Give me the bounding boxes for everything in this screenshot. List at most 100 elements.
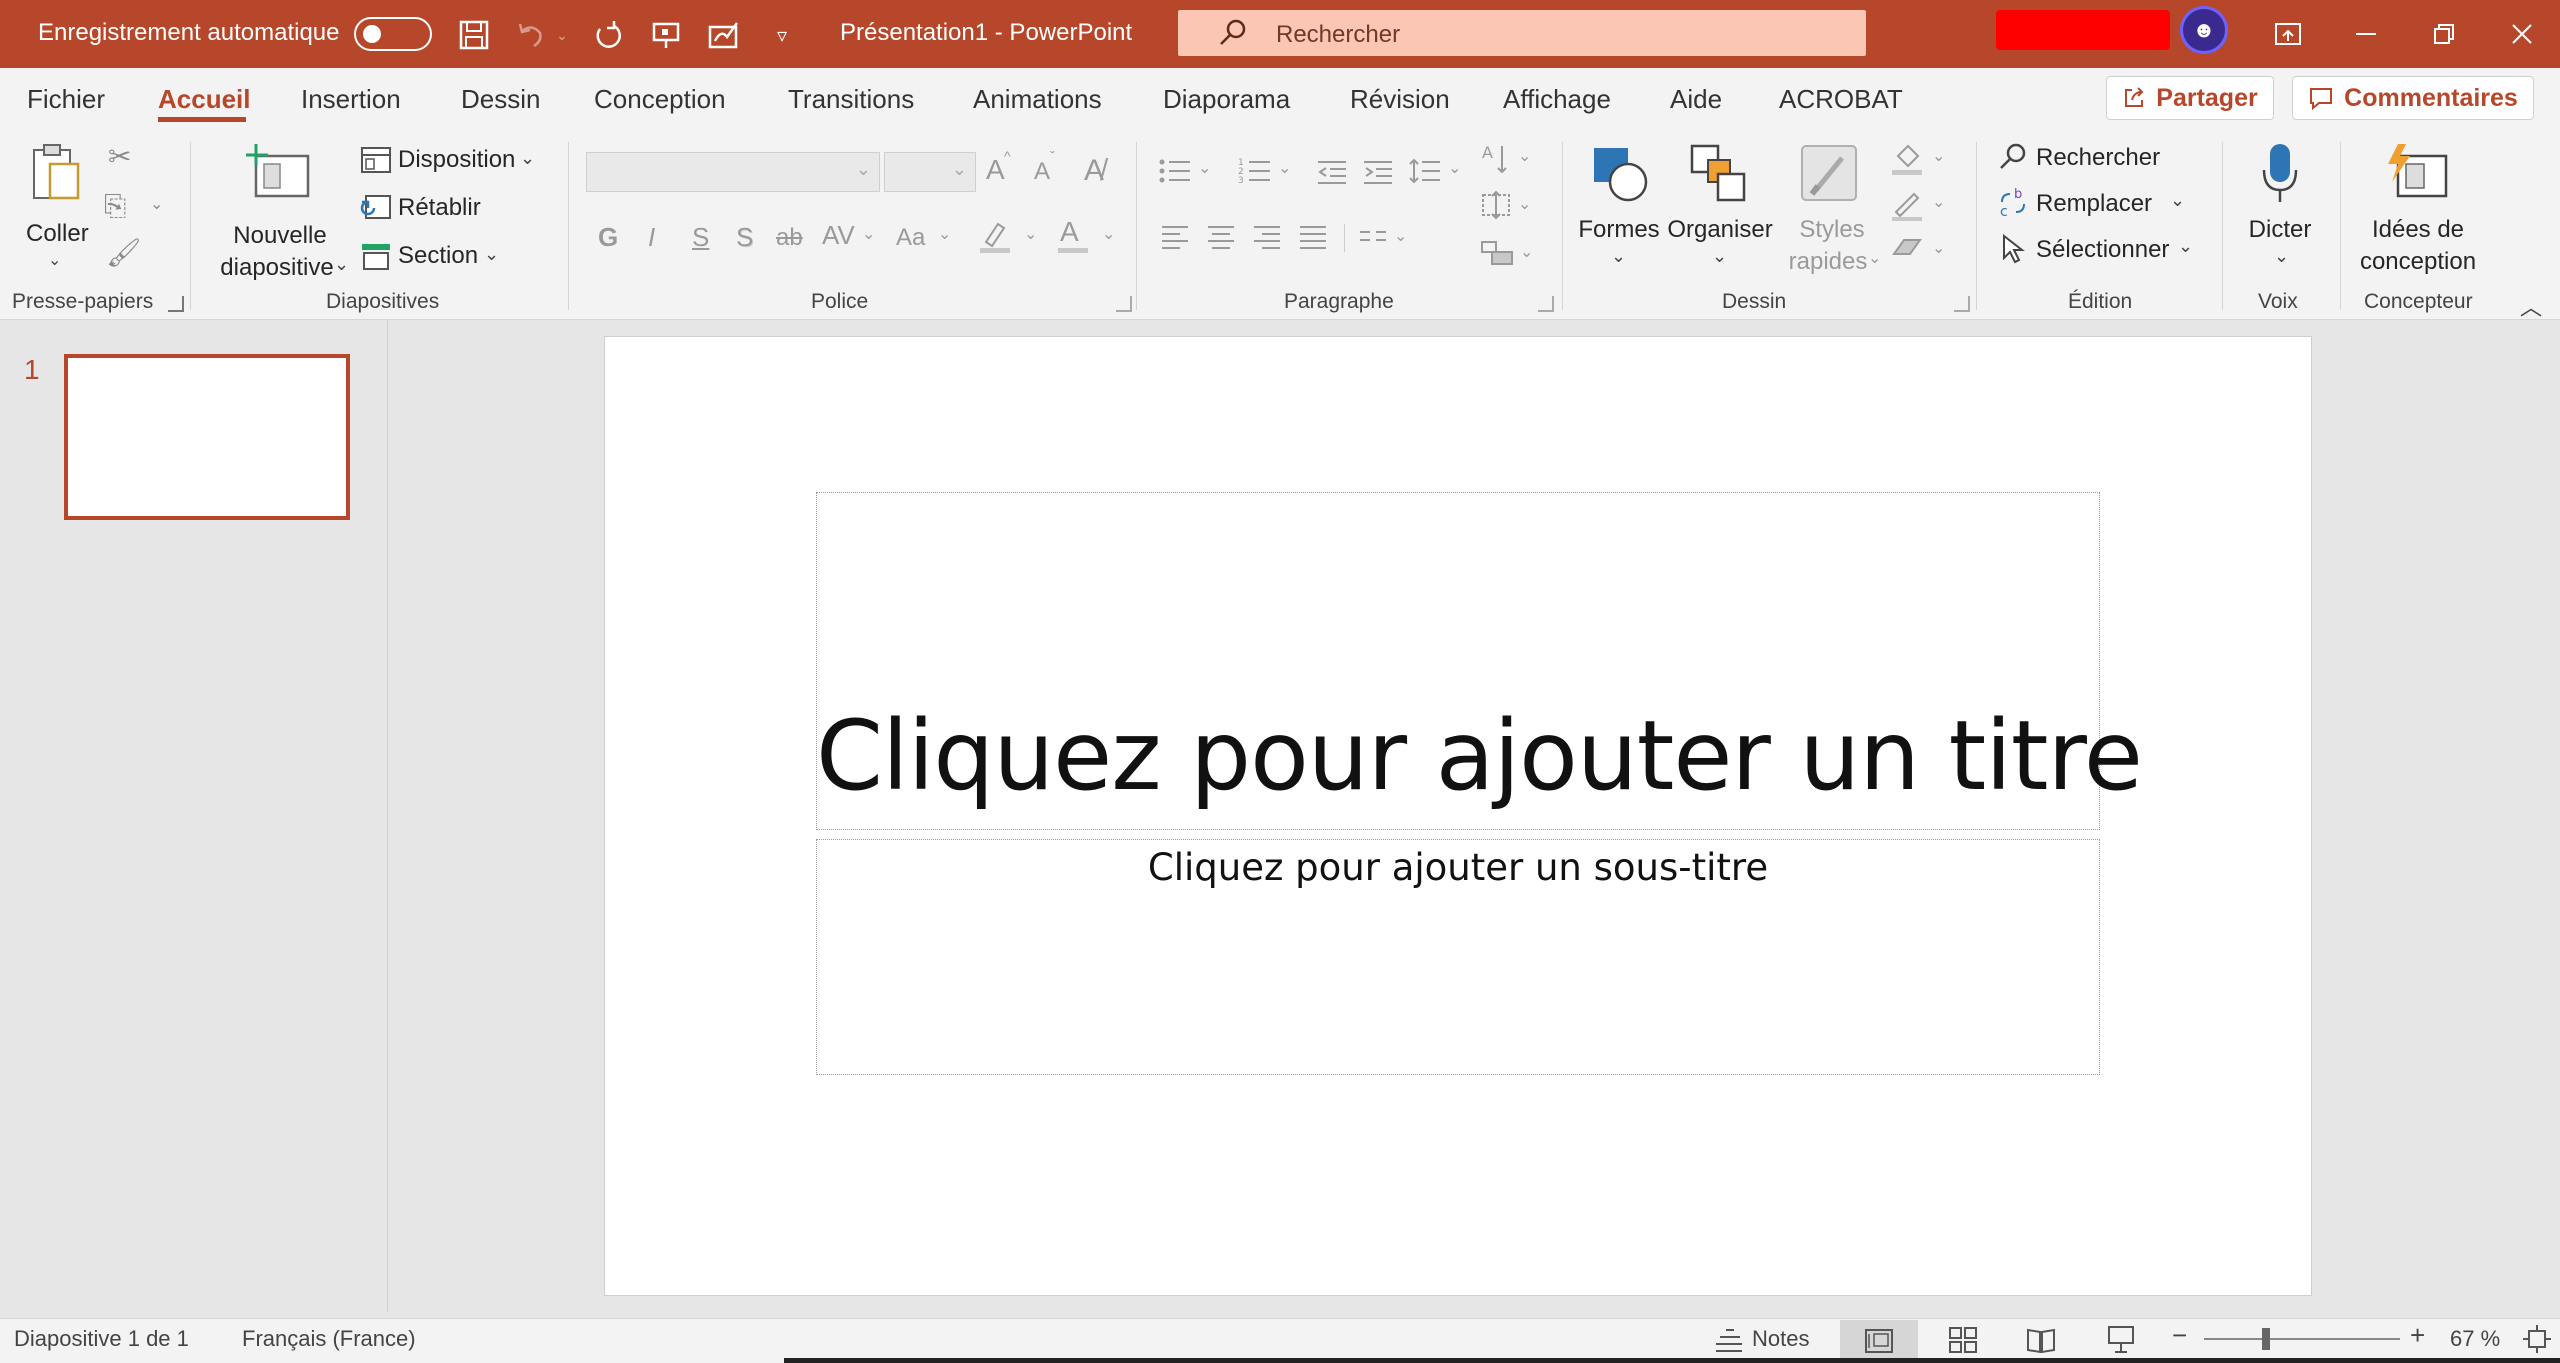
tab-view[interactable]: Affichage <box>1503 84 1611 115</box>
close-icon[interactable] <box>2492 12 2552 56</box>
find-button[interactable]: Rechercher <box>1998 138 2160 176</box>
tab-review[interactable]: Révision <box>1350 84 1450 115</box>
start-slideshow-icon[interactable] <box>648 17 684 53</box>
zoom-slider-thumb[interactable] <box>2262 1328 2270 1350</box>
tab-acrobat[interactable]: ACROBAT <box>1779 84 1903 115</box>
undo-icon[interactable] <box>512 17 548 53</box>
font-color-dropdown-icon[interactable]: ⌄ <box>1102 224 1115 244</box>
comments-button[interactable]: Commentaires <box>2292 76 2534 120</box>
clipboard-launcher-icon[interactable] <box>168 296 184 312</box>
font-color-button[interactable]: A <box>1054 216 1098 256</box>
design-ideas-button[interactable]: Idées de conception <box>2348 138 2488 278</box>
font-launcher-icon[interactable] <box>1116 296 1132 312</box>
ribbon-display-options-icon[interactable] <box>2258 12 2318 56</box>
character-spacing-button[interactable]: AV <box>822 220 855 251</box>
tab-file[interactable]: Fichier <box>27 84 105 115</box>
minimize-icon[interactable] <box>2336 12 2396 56</box>
inking-icon[interactable] <box>706 17 742 53</box>
shape-outline-button[interactable]: ⌄ <box>1890 188 1954 224</box>
cut-icon[interactable]: ✂ <box>108 140 131 173</box>
tab-transitions[interactable]: Transitions <box>788 84 914 115</box>
character-spacing-dropdown-icon[interactable]: ⌄ <box>862 224 875 244</box>
search-box[interactable]: Rechercher <box>1178 10 1866 56</box>
clear-formatting-icon[interactable]: A̸ <box>1084 154 1104 188</box>
fit-slide-icon[interactable] <box>2522 1324 2552 1354</box>
redo-icon[interactable] <box>590 17 626 53</box>
increase-indent-icon[interactable] <box>1362 158 1394 186</box>
autosave-toggle[interactable] <box>354 17 432 51</box>
user-avatar[interactable]: ☻ <box>2180 6 2228 54</box>
align-center-icon[interactable] <box>1206 224 1236 250</box>
paste-button[interactable]: Coller ⌄ <box>26 142 89 269</box>
tab-home[interactable]: Accueil <box>158 84 251 115</box>
save-icon[interactable] <box>456 17 492 53</box>
align-text-button[interactable]: ⌄ <box>1480 190 1540 226</box>
justify-icon[interactable] <box>1298 224 1328 250</box>
slide-thumbnail[interactable] <box>64 354 350 520</box>
align-left-icon[interactable] <box>1160 224 1190 250</box>
font-size-select[interactable]: ⌄ <box>884 152 976 192</box>
slide-sorter-icon[interactable] <box>1948 1326 1978 1354</box>
text-direction-button[interactable]: A ⌄ <box>1480 142 1540 178</box>
highlight-dropdown-icon[interactable]: ⌄ <box>1024 224 1037 244</box>
replace-button[interactable]: bc Remplacer ⌄ <box>1998 184 2198 222</box>
paragraph-launcher-icon[interactable] <box>1538 296 1554 312</box>
convert-smartart-button[interactable]: ⌄ <box>1480 238 1540 274</box>
change-case-dropdown-icon[interactable]: ⌄ <box>938 224 951 244</box>
zoom-out-button[interactable]: − <box>2172 1320 2187 1351</box>
reset-button[interactable]: Rétablir <box>360 192 500 228</box>
bullets-button[interactable]: ⌄ <box>1158 156 1218 188</box>
underline-button[interactable]: S <box>692 222 709 253</box>
arrange-button[interactable]: Organiser ⌄ <box>1664 138 1776 278</box>
title-placeholder[interactable]: Cliquez pour ajouter un titre <box>816 700 2143 812</box>
tab-slideshow[interactable]: Diaporama <box>1163 84 1290 115</box>
tab-design[interactable]: Conception <box>594 84 726 115</box>
zoom-in-button[interactable]: + <box>2410 1320 2425 1351</box>
dictate-button[interactable]: Dicter ⌄ <box>2242 138 2318 278</box>
shape-fill-button[interactable]: ⌄ <box>1890 142 1954 178</box>
restore-icon[interactable] <box>2414 12 2474 56</box>
select-button[interactable]: Sélectionner ⌄ <box>1998 230 2198 268</box>
copy-dropdown-icon[interactable]: ⌄ <box>150 194 163 214</box>
quick-styles-button[interactable]: Styles rapides ⌄ <box>1780 138 1884 278</box>
tab-animations[interactable]: Animations <box>973 84 1102 115</box>
tab-insert[interactable]: Insertion <box>301 84 401 115</box>
line-spacing-button[interactable]: ⌄ <box>1408 156 1464 188</box>
format-painter-icon[interactable]: 🖌 <box>106 236 142 269</box>
new-slide-dropdown-icon[interactable]: ⌄ <box>334 254 349 275</box>
normal-view-button[interactable] <box>1840 1320 1918 1360</box>
drawing-launcher-icon[interactable] <box>1954 296 1970 312</box>
reading-view-icon[interactable] <box>2026 1326 2056 1354</box>
strikethrough-button[interactable]: ab <box>776 224 803 252</box>
font-family-select[interactable]: ⌄ <box>586 152 880 192</box>
slideshow-view-icon[interactable] <box>2106 1324 2136 1354</box>
shadow-button[interactable]: S <box>736 222 753 253</box>
shapes-button[interactable]: Formes ⌄ <box>1576 138 1662 278</box>
change-case-button[interactable]: Aa <box>896 224 925 252</box>
shape-effects-button[interactable]: ⌄ <box>1890 234 1954 270</box>
share-button[interactable]: Partager <box>2106 76 2274 120</box>
tab-help[interactable]: Aide <box>1670 84 1722 115</box>
undo-dropdown-icon[interactable]: ⌄ <box>552 17 572 53</box>
decrease-indent-icon[interactable] <box>1316 158 1348 186</box>
align-right-icon[interactable] <box>1252 224 1282 250</box>
bold-button[interactable]: G <box>598 222 618 253</box>
tab-draw[interactable]: Dessin <box>461 84 540 115</box>
subtitle-placeholder[interactable]: Cliquez pour ajouter un sous-titre <box>816 846 2100 889</box>
language-indicator[interactable]: Français (France) <box>242 1326 416 1352</box>
numbering-button[interactable]: 123 ⌄ <box>1238 156 1298 188</box>
grow-font-icon[interactable]: A <box>986 154 1005 186</box>
section-button[interactable]: Section ⌄ <box>360 240 510 276</box>
copy-icon[interactable]: ⎘ <box>104 190 126 223</box>
italic-button[interactable]: I <box>648 222 655 253</box>
layout-button[interactable]: Disposition ⌄ <box>360 144 540 180</box>
new-slide-button[interactable]: Nouvelle diapositive ⌄ <box>206 138 354 281</box>
customize-toolbar-icon[interactable]: ▿ <box>764 17 800 53</box>
shrink-font-icon[interactable]: A <box>1034 158 1050 186</box>
highlight-color-button[interactable] <box>976 216 1020 256</box>
zoom-level[interactable]: 67 % <box>2450 1326 2500 1352</box>
collapse-ribbon-icon[interactable]: ︿ <box>2520 290 2542 322</box>
zoom-slider-track[interactable] <box>2204 1338 2400 1340</box>
columns-button[interactable]: ⌄ <box>1358 224 1418 254</box>
paste-dropdown-icon[interactable]: ⌄ <box>48 250 61 270</box>
